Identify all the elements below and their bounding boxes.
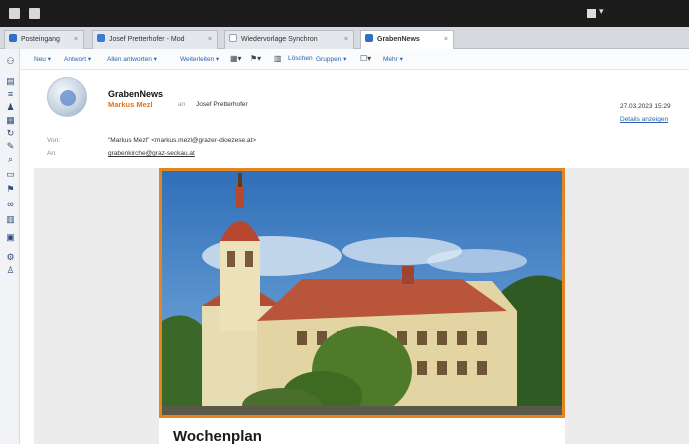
move-icon[interactable]: ▦▾ <box>230 54 242 63</box>
more-button[interactable]: Mehr ▾ <box>383 55 403 63</box>
to-value[interactable]: grabenkirche@graz-seckau.at <box>108 150 195 157</box>
tag-icon[interactable]: ✎ <box>6 141 15 151</box>
chevron-down-icon[interactable]: ▾ <box>599 6 604 17</box>
tab-inbox[interactable]: Posteingang × <box>4 30 84 49</box>
title-bar: ▾ <box>0 0 689 27</box>
sender-name[interactable]: Markus Mezl <box>108 100 153 109</box>
via-label: an <box>178 101 186 108</box>
newsletter-image <box>159 168 565 418</box>
close-icon[interactable]: × <box>74 31 78 48</box>
groups-button[interactable]: Gruppen ▾ <box>316 55 346 63</box>
tab-grabennews[interactable]: GrabenNews × <box>360 30 454 50</box>
mail-icon[interactable]: ▤ <box>6 76 15 86</box>
people-icon[interactable]: ⚇ <box>6 56 15 66</box>
close-icon[interactable]: × <box>208 31 212 48</box>
to-label: An: <box>47 150 57 157</box>
tab-label: Josef Pretterhofer - Mod <box>109 36 185 43</box>
refresh-icon[interactable]: ↻ <box>6 128 15 138</box>
inbox-icon <box>9 34 17 42</box>
link-icon[interactable]: ∞ <box>6 199 15 209</box>
folder-icon[interactable]: ▭ <box>6 169 15 179</box>
new-button[interactable]: Neu ▾ <box>34 55 51 63</box>
contact-icon[interactable]: ♟ <box>6 102 15 112</box>
close-icon[interactable]: × <box>444 31 448 48</box>
tab-bar: Posteingang × Josef Pretterhofer - Mod × W… <box>0 27 689 50</box>
from-label: Von: <box>47 137 61 144</box>
tab-label: GrabenNews <box>377 36 420 43</box>
user-icon[interactable] <box>587 9 596 18</box>
list-icon[interactable]: ≡ <box>6 89 15 99</box>
recipient-name[interactable]: Josef Pretterhofer <box>196 101 248 108</box>
calendar-icon <box>97 34 105 42</box>
search-icon[interactable]: ⌕ <box>6 154 15 164</box>
settings-icon[interactable]: ⚙ <box>6 252 15 262</box>
flag-icon[interactable]: ⚑ <box>6 184 15 194</box>
sidebar: ⚇ ▤ ≡ ♟ ▦ ↻ ✎ ⌕ ▭ ⚑ ∞ ▥ ▣ ⚙ ♙ <box>0 49 20 444</box>
church-photo <box>162 171 562 415</box>
globe-icon <box>60 90 76 106</box>
user-name[interactable] <box>610 6 689 22</box>
message-header: GrabenNews Markus Mezl an Josef Pretterh… <box>20 70 689 168</box>
forward-button[interactable]: Weiterleiten ▾ <box>180 55 219 63</box>
message-subject: GrabenNews <box>108 89 164 99</box>
message-date: 27.03.2023 15:29 <box>620 103 671 110</box>
tab-document[interactable]: Wiedervorlage Synchron × <box>224 30 354 49</box>
sender-avatar <box>47 77 87 117</box>
note-icon[interactable]: ▥ <box>6 214 15 224</box>
checkbox-icon[interactable]: ☐▾ <box>360 54 371 63</box>
delete-button[interactable]: Löschen <box>288 55 313 62</box>
details-link[interactable]: Details anzeigen <box>620 116 668 123</box>
action-toolbar: Neu ▾ Antwort ▾ Allen antworten ▾ Weiter… <box>20 49 689 70</box>
document-icon <box>229 34 237 42</box>
window-menu-icon[interactable] <box>9 8 20 19</box>
tab-label: Posteingang <box>21 36 60 43</box>
calendar-small-icon[interactable]: ▣ <box>6 232 15 242</box>
delete-icon[interactable]: ▥ <box>274 54 282 63</box>
user-icon[interactable]: ♙ <box>6 265 15 275</box>
reply-button[interactable]: Antwort ▾ <box>64 55 91 63</box>
newsletter-heading: Wochenplan <box>173 428 262 445</box>
tab-calendar[interactable]: Josef Pretterhofer - Mod × <box>92 30 218 49</box>
newsletter-body: Wochenplan <box>159 418 565 445</box>
tab-label: Wiedervorlage Synchron <box>241 36 318 43</box>
window-restore-icon[interactable] <box>29 8 40 19</box>
close-icon[interactable]: × <box>344 31 348 48</box>
mail-open-icon <box>365 34 373 42</box>
reply-all-button[interactable]: Allen antworten ▾ <box>107 55 157 63</box>
from-value[interactable]: "Markus Mezl" <markus.mezl@grazer-dioeze… <box>108 137 256 144</box>
calendar-icon[interactable]: ▦ <box>6 115 15 125</box>
flag-icon[interactable]: ⚑▾ <box>250 54 261 63</box>
